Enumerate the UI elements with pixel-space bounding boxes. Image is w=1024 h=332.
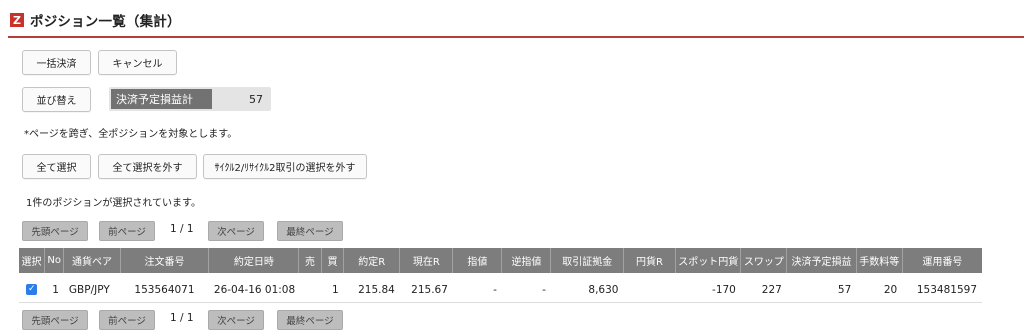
cell-no: 1 (44, 278, 64, 303)
brand-logo-icon: Z (10, 13, 24, 27)
cell-swap: 227 (740, 278, 787, 303)
total-pages: 1 (186, 312, 194, 324)
column-header[interactable]: 売 (298, 248, 322, 273)
first-page-button[interactable]: 先頭ページ (22, 221, 88, 241)
cell-exec-rate: 215.84 (343, 278, 400, 303)
settlement-pl-summary: 決済予定損益計 57 (109, 87, 271, 111)
settlement-pl-value: 57 (249, 92, 263, 106)
column-header[interactable]: 円貨R (623, 248, 677, 273)
cell-settlement-pl: 57 (786, 278, 857, 303)
column-header[interactable]: No (44, 248, 65, 273)
table-header-row: 選択 No 通貨ペア 注文番号 約定日時 売 買 約定R 現在R 指値 逆指値 … (19, 248, 982, 273)
column-header[interactable]: 決済予定損益 (786, 248, 857, 273)
column-header[interactable]: 取引証拠金 (550, 248, 624, 273)
prev-page-button[interactable]: 前ページ (99, 221, 155, 241)
column-header[interactable]: 買 (321, 248, 345, 273)
cell-stop: - (501, 278, 551, 303)
cell-order-no: 153564071 (120, 278, 209, 303)
column-header[interactable]: 手数料等 (856, 248, 903, 273)
cell-current-rate: 215.67 (399, 278, 453, 303)
first-page-button[interactable]: 先頭ページ (22, 310, 88, 330)
title-divider (8, 36, 1024, 38)
page-header: Z ポジション一覧（集計） (10, 9, 181, 31)
page-separator: / (180, 312, 184, 324)
cell-op-no: 153481597 (902, 278, 982, 303)
cell-buy: 1 (321, 278, 344, 303)
row-select-cell[interactable]: ✓ (19, 278, 45, 303)
table-row[interactable]: ✓ 1 GBP/JPY 153564071 26-04-16 01:08 1 2… (19, 278, 982, 303)
prev-page-button[interactable]: 前ページ (99, 310, 155, 330)
current-page: 1 (170, 312, 177, 324)
page-indicator: 1 / 1 (170, 312, 194, 324)
settlement-pl-label: 決済予定損益計 (111, 89, 212, 109)
cell-sell (298, 278, 322, 303)
column-header[interactable]: 現在R (399, 248, 454, 273)
bulk-settle-button[interactable]: 一括決済 (22, 50, 91, 75)
sort-button[interactable]: 並び替え (22, 87, 91, 112)
positions-table: 選択 No 通貨ペア 注文番号 約定日時 売 買 約定R 現在R 指値 逆指値 … (19, 248, 982, 303)
cancel-button[interactable]: キャンセル (98, 50, 177, 75)
page-title: ポジション一覧（集計） (30, 14, 181, 30)
next-page-button[interactable]: 次ページ (208, 310, 264, 330)
column-header[interactable]: 通貨ペア (63, 248, 121, 273)
cell-limit: - (452, 278, 502, 303)
cross-page-notice: *ページを跨ぎ、全ポジションを対象とします。 (24, 129, 238, 140)
page-indicator: 1 / 1 (170, 223, 194, 235)
selection-status: 1件のポジションが選択されています。 (26, 198, 202, 209)
current-page: 1 (170, 223, 177, 235)
cell-margin: 8,630 (550, 278, 624, 303)
cell-pair: GBP/JPY (63, 278, 121, 303)
column-header[interactable]: 注文番号 (120, 248, 210, 273)
next-page-button[interactable]: 次ページ (208, 221, 264, 241)
row-select-checkbox[interactable]: ✓ (26, 284, 38, 296)
column-header[interactable]: 約定日時 (208, 248, 300, 273)
cell-spot-yen: -170 (675, 278, 741, 303)
column-header[interactable]: 指値 (452, 248, 503, 273)
select-all-button[interactable]: 全て選択 (22, 154, 91, 179)
column-header[interactable]: 運用番号 (902, 248, 982, 273)
total-pages: 1 (186, 223, 194, 235)
column-header[interactable]: 約定R (343, 248, 401, 273)
deselect-cycle-button[interactable]: ｻｲｸﾙ2/ﾘｻｲｸﾙ2取引の選択を外す (203, 154, 367, 179)
column-header[interactable]: 逆指値 (501, 248, 552, 273)
cell-yen-rate (623, 278, 676, 303)
cell-datetime: 26-04-16 01:08 (208, 278, 299, 303)
column-header[interactable]: スポット円貨 (675, 248, 742, 273)
column-header[interactable]: 選択 (19, 248, 46, 273)
last-page-button[interactable]: 最終ページ (277, 221, 343, 241)
last-page-button[interactable]: 最終ページ (277, 310, 343, 330)
page-separator: / (180, 223, 184, 235)
column-header[interactable]: スワップ (740, 248, 788, 273)
deselect-all-button[interactable]: 全て選択を外す (98, 154, 197, 179)
cell-fee: 20 (856, 278, 903, 303)
